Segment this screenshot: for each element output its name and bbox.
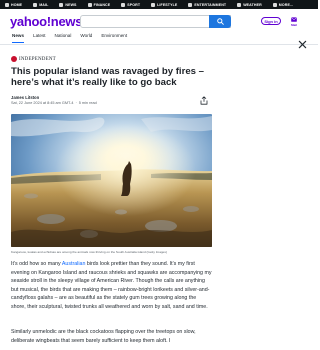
image-caption: Kangaroos, koalas and echidnas are among…: [11, 250, 167, 254]
finance-icon: [87, 2, 92, 7]
article-meta: Sat, 22 June 2024 at 8:45 am GMT-4 · 5 min…: [11, 101, 97, 105]
topbar-lifestyle[interactable]: LIFESTYLE: [151, 2, 177, 7]
topbar-finance[interactable]: FINANCE: [87, 2, 111, 7]
share-icon[interactable]: [200, 96, 208, 105]
top-property-bar: HOME MAIL NEWS FINANCE SPORT LIFESTYLE E…: [0, 0, 318, 9]
topbar-weather[interactable]: WEATHER: [237, 2, 262, 7]
news-icon: [59, 2, 64, 7]
mail-icon: [291, 17, 297, 22]
kangaroo-field-photo: [11, 114, 212, 247]
search-button[interactable]: [209, 15, 231, 28]
topbar-mail[interactable]: MAIL: [33, 2, 48, 7]
topbar-more[interactable]: MORE...: [272, 2, 293, 7]
publish-date: Sat, 22 June 2024 at 8:45 am GMT-4: [11, 101, 74, 105]
publisher-name: INDEPENDENT: [19, 56, 56, 62]
mail-icon: [33, 2, 38, 7]
topbar-sport[interactable]: SPORT: [121, 2, 140, 7]
tab-environment[interactable]: Environment: [101, 33, 127, 43]
article-hero-image[interactable]: [11, 114, 212, 247]
tab-news[interactable]: News: [12, 33, 25, 43]
topbar-home[interactable]: HOME: [5, 2, 22, 7]
topbar-news[interactable]: NEWS: [59, 2, 76, 7]
section-nav: News Latest National World Environment: [12, 33, 127, 43]
more-icon: [272, 2, 277, 7]
mail-button[interactable]: Mail: [288, 17, 300, 27]
yahoo-news-logo[interactable]: yahoo!news: [10, 14, 82, 29]
search-icon: [216, 18, 224, 25]
lifestyle-icon: [151, 2, 156, 7]
home-icon: [5, 2, 9, 7]
article-paragraph: Similarly unmelodic are the black cockat…: [11, 329, 196, 344]
tab-world[interactable]: World: [80, 33, 92, 43]
entertainment-icon: [188, 2, 193, 7]
weather-icon: [237, 2, 242, 7]
article-paragraph: It’s odd how so many Australian birds lo…: [11, 261, 212, 310]
tab-latest[interactable]: Latest: [33, 33, 46, 43]
close-icon[interactable]: [298, 40, 307, 49]
australian-link[interactable]: Australian: [62, 261, 86, 267]
read-time: 5 min read: [78, 101, 97, 105]
publisher-logo[interactable]: INDEPENDENT: [11, 56, 56, 62]
site-header: yahoo!news Sign in Mail: [0, 9, 318, 31]
nav-divider: [0, 44, 318, 45]
independent-eagle-icon: [11, 56, 17, 62]
sign-in-button[interactable]: Sign in: [261, 17, 281, 25]
tab-national[interactable]: National: [55, 33, 72, 43]
topbar-entertainment[interactable]: ENTERTAINMENT: [188, 2, 226, 7]
author-name[interactable]: James Litston: [11, 95, 39, 100]
mail-label: Mail: [291, 23, 297, 27]
sport-icon: [121, 2, 126, 7]
article-title: This popular island was ravaged by fires…: [11, 66, 205, 89]
